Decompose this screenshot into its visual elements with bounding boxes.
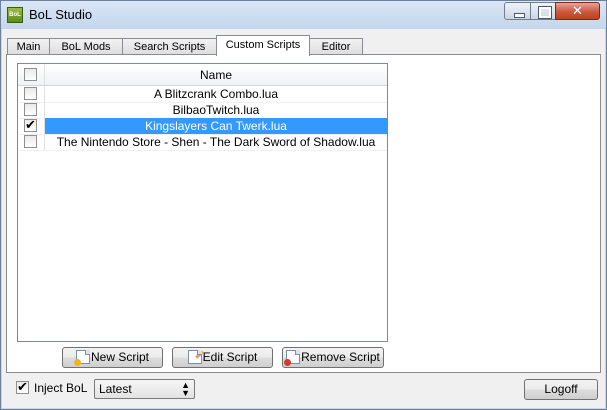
tab-bol-mods[interactable]: BoL Mods [49, 38, 123, 55]
close-icon: ✕ [572, 3, 583, 18]
column-header-name[interactable]: Name [45, 64, 387, 85]
inject-bol-label[interactable]: Inject BoL [34, 381, 87, 395]
select-all-checkbox[interactable] [24, 68, 37, 81]
logoff-button[interactable]: Logoff [524, 379, 598, 400]
scripts-list[interactable]: Name A Blitzcrank Combo.lua BilbaoTwitch… [17, 63, 388, 342]
edit-script-label: Edit Script [202, 350, 258, 364]
checkmark-icon: ✔ [17, 379, 28, 394]
version-select[interactable]: Latest ▲ ▼ [94, 379, 195, 399]
title-bar[interactable]: BoL BoL Studio ✕ [1, 1, 606, 29]
row-check-cell [18, 86, 45, 102]
script-name[interactable]: A Blitzcrank Combo.lua [45, 86, 387, 102]
remove-script-button[interactable]: Remove Script [282, 347, 384, 368]
minimize-button[interactable] [504, 2, 531, 20]
row-checkbox[interactable] [24, 87, 37, 100]
table-row[interactable]: A Blitzcrank Combo.lua [18, 86, 387, 103]
new-document-icon [73, 349, 90, 366]
updown-arrow-icon: ▲ ▼ [181, 380, 190, 398]
close-button[interactable]: ✕ [555, 2, 600, 20]
row-check-cell [18, 134, 45, 150]
script-name[interactable]: BilbaoTwitch.lua [45, 102, 387, 118]
script-name[interactable]: Kingslayers Can Twerk.lua [45, 118, 387, 134]
row-checkbox[interactable] [24, 135, 37, 148]
app-window: BoL BoL Studio ✕ Main BoL Mods Search Sc… [0, 0, 607, 410]
list-header: Name [18, 64, 387, 86]
maximize-icon [538, 6, 552, 19]
table-row[interactable]: BilbaoTwitch.lua [18, 102, 387, 119]
tab-editor[interactable]: Editor [309, 38, 363, 55]
edit-script-button[interactable]: Edit Script [172, 347, 273, 368]
edit-document-icon [187, 349, 204, 364]
window-title: BoL Studio [29, 7, 93, 22]
row-checkbox[interactable] [24, 103, 37, 116]
inject-bol-checkbox[interactable]: ✔ [16, 379, 29, 394]
custom-scripts-panel: Name A Blitzcrank Combo.lua BilbaoTwitch… [6, 54, 601, 373]
row-check-cell [18, 102, 45, 118]
remove-script-label: Remove Script [301, 350, 380, 364]
tab-custom-scripts[interactable]: Custom Scripts [216, 35, 310, 56]
remove-document-icon [284, 349, 301, 366]
tab-main[interactable]: Main [7, 38, 50, 55]
table-row-selected[interactable]: ✔ Kingslayers Can Twerk.lua [18, 117, 387, 135]
script-name[interactable]: The Nintendo Store - Shen - The Dark Swo… [45, 134, 387, 150]
new-script-button[interactable]: New Script [62, 347, 163, 368]
row-checkbox-checked[interactable]: ✔ [24, 117, 37, 132]
checkmark-icon: ✔ [25, 117, 36, 132]
logoff-label: Logoff [544, 382, 578, 396]
row-check-cell: ✔ [18, 117, 45, 134]
new-script-label: New Script [90, 350, 149, 364]
table-row[interactable]: The Nintendo Store - Shen - The Dark Swo… [18, 134, 387, 151]
tab-bar: Main BoL Mods Search Scripts Custom Scri… [2, 29, 605, 56]
bol-app-icon: BoL [7, 7, 23, 23]
window-body: Main BoL Mods Search Scripts Custom Scri… [2, 29, 605, 408]
header-check-cell [18, 64, 45, 85]
minimize-icon [514, 13, 525, 18]
tab-search-scripts[interactable]: Search Scripts [122, 38, 217, 55]
maximize-button[interactable] [530, 2, 556, 20]
version-select-value: Latest [99, 382, 132, 396]
